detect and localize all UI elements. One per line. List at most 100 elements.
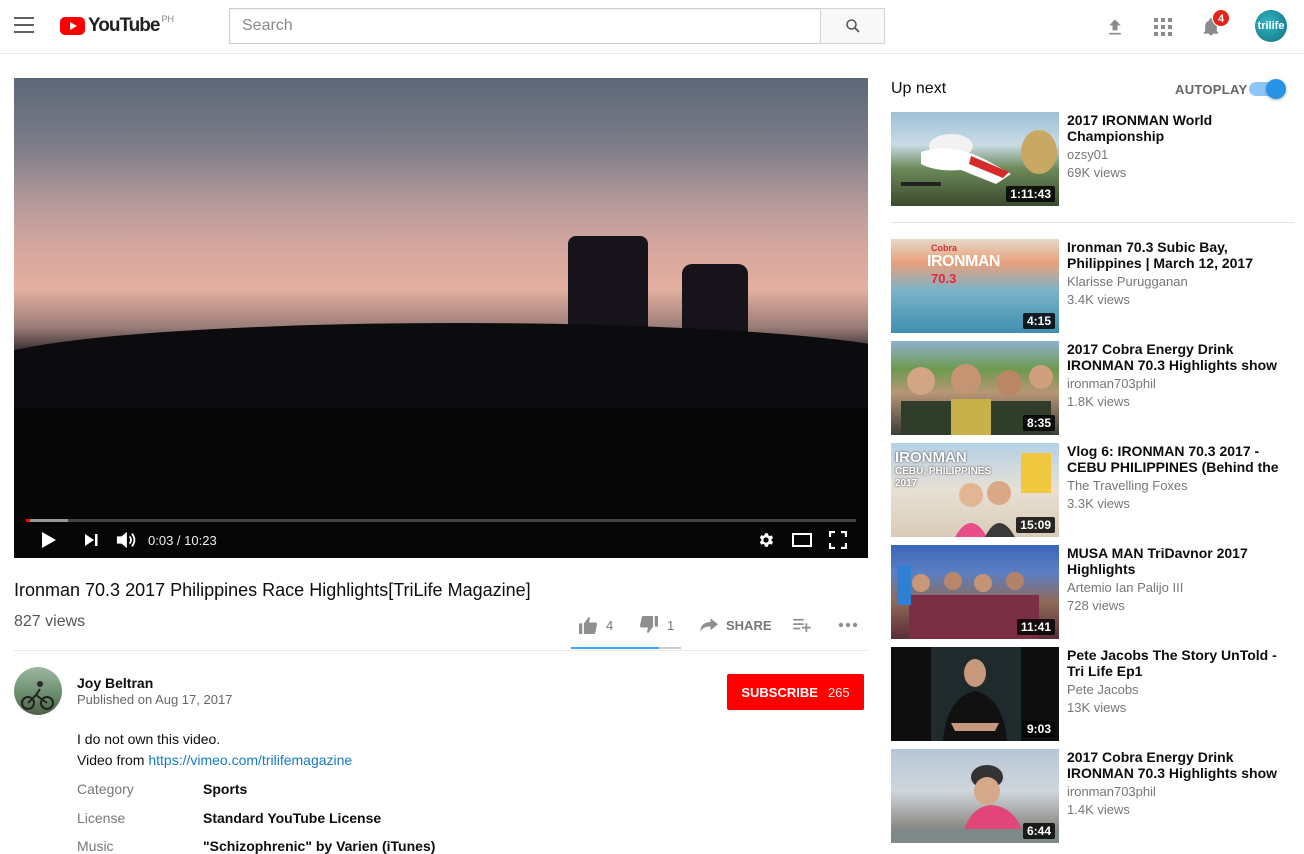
view-count: 1.4K views — [1067, 802, 1130, 817]
recommended-video[interactable]: 9:03 Pete Jacobs The Story UnTold - Tri … — [891, 647, 1301, 741]
video-duration: 1:11:43 — [1006, 186, 1055, 202]
recommended-video[interactable]: 6:44 2017 Cobra Energy Drink IRONMAN 70.… — [891, 749, 1301, 843]
video-duration: 6:44 — [1022, 823, 1055, 839]
video-title[interactable]: 2017 IRONMAN World Championship — [1067, 112, 1282, 144]
add-to-playlist-icon — [793, 618, 811, 632]
autoplay-toggle-knob — [1266, 79, 1286, 99]
youtube-logo[interactable]: YouTube PH — [60, 14, 174, 37]
share-arrow-icon — [700, 618, 718, 632]
video-title: Ironman 70.3 2017 Philippines Race Highl… — [14, 580, 531, 600]
meta-value-music: "Schizophrenic" by Varien (iTunes) — [203, 838, 436, 854]
recommended-video[interactable]: Cobra IRONMAN 70.3 4:15 Ironman 70.3 Sub… — [891, 239, 1301, 333]
search-button[interactable] — [820, 8, 885, 44]
video-title[interactable]: Ironman 70.3 Subic Bay, Philippines | Ma… — [1067, 239, 1282, 271]
video-thumbnail[interactable]: 6:44 — [891, 749, 1059, 843]
next-button[interactable] — [80, 528, 102, 552]
notification-count-badge: 4 — [1212, 9, 1230, 27]
meta-label-license: License — [77, 810, 126, 826]
time-current: 0:03 — [148, 533, 174, 548]
channel-name: Pete Jacobs — [1067, 682, 1139, 697]
masthead: YouTube PH 4 trilife — [0, 0, 1304, 54]
recommended-video[interactable]: 8:35 2017 Cobra Energy Drink IRONMAN 70.… — [891, 341, 1301, 435]
guide-menu-icon[interactable] — [14, 17, 34, 33]
progress-bar[interactable] — [26, 519, 856, 522]
dislike-count: 1 — [667, 617, 675, 633]
meta-value-license: Standard YouTube License — [203, 810, 382, 826]
apps-grid-icon[interactable] — [1151, 15, 1175, 39]
video-title[interactable]: Vlog 6: IRONMAN 70.3 2017 - CEBU PHILIPP… — [1067, 443, 1282, 475]
view-count: 69K views — [1067, 165, 1127, 180]
add-to-playlist-button[interactable] — [793, 614, 811, 636]
dislike-button[interactable]: 1 — [639, 614, 674, 636]
play-button[interactable] — [38, 528, 60, 552]
video-thumbnail[interactable]: 9:03 — [891, 647, 1059, 741]
channel-name: ironman703phil — [1067, 376, 1156, 391]
channel-avatar[interactable] — [14, 667, 62, 715]
video-thumbnail[interactable]: 1:11:43 — [891, 112, 1059, 206]
theater-mode-button[interactable] — [790, 528, 814, 552]
channel-name: ozsy01 — [1067, 147, 1109, 162]
view-count: 1.8K views — [1067, 394, 1130, 409]
meta-label-music: Music — [77, 838, 114, 854]
video-duration: 9:03 — [1022, 721, 1055, 737]
video-duration: 11:41 — [1016, 619, 1055, 635]
recommended-video[interactable]: IRONMAN CEBU, PHILIPPINES 2017 15:09 Vlo… — [891, 443, 1301, 537]
thumbs-up-icon — [579, 616, 598, 634]
video-duration: 15:09 — [1016, 517, 1055, 533]
volume-icon — [116, 531, 136, 549]
upload-icon[interactable] — [1103, 15, 1127, 39]
channel-name: Klarisse Purugganan — [1067, 274, 1188, 289]
info-divider — [14, 650, 868, 651]
cyclist-avatar-icon — [21, 681, 54, 710]
thumbnail-logo-text: IRONMAN — [927, 253, 1000, 270]
recommended-video[interactable]: 11:41 MUSA MAN TriDavnor 2017 Highlights… — [891, 545, 1301, 639]
like-count: 4 — [606, 617, 614, 633]
settings-button[interactable] — [755, 528, 777, 552]
like-dislike-ratio-bar — [571, 647, 681, 649]
thumbnail-brand-text: Cobra — [931, 243, 958, 253]
meta-label-category: Category — [77, 781, 134, 797]
video-frame-ground — [14, 408, 868, 558]
autoplay-label: AUTOPLAY — [1175, 82, 1248, 97]
up-next-divider — [891, 222, 1294, 223]
channel-name[interactable]: Joy Beltran — [77, 675, 153, 691]
video-thumbnail[interactable]: Cobra IRONMAN 70.3 4:15 — [891, 239, 1059, 333]
channel-name: The Travelling Foxes — [1067, 478, 1188, 493]
video-thumbnail[interactable]: 8:35 — [891, 341, 1059, 435]
video-thumbnail[interactable]: 11:41 — [891, 545, 1059, 639]
video-title[interactable]: 2017 Cobra Energy Drink IRONMAN 70.3 Hig… — [1067, 341, 1282, 373]
view-count: 3.4K views — [1067, 292, 1130, 307]
view-count: 728 views — [1067, 598, 1125, 613]
video-player[interactable]: 0:03 / 10:23 — [14, 78, 868, 558]
theater-mode-icon — [792, 533, 812, 547]
logo-region: PH — [161, 14, 174, 24]
recommended-video[interactable]: 1:11:43 2017 IRONMAN World Championship … — [891, 112, 1301, 206]
next-icon — [85, 534, 98, 546]
search-icon — [845, 19, 860, 33]
progress-played — [26, 519, 31, 522]
search-input[interactable] — [229, 8, 821, 44]
time-separator: / — [173, 533, 185, 548]
subscribe-label: SUBSCRIBE — [741, 684, 818, 700]
video-thumbnail[interactable]: IRONMAN CEBU, PHILIPPINES 2017 15:09 — [891, 443, 1059, 537]
video-title[interactable]: Pete Jacobs The Story UnTold - Tri Life … — [1067, 647, 1282, 679]
subscribe-button[interactable]: SUBSCRIBE 265 — [727, 674, 864, 710]
description-link[interactable]: https://vimeo.com/trilifemagazine — [148, 752, 352, 768]
more-actions-button[interactable] — [838, 614, 858, 636]
thumbs-down-icon — [639, 616, 658, 634]
like-button[interactable]: 4 — [578, 614, 613, 636]
time-total: 10:23 — [184, 533, 217, 548]
progress-buffered — [26, 519, 68, 522]
share-button[interactable]: SHARE — [700, 614, 772, 636]
meta-value-category[interactable]: Sports — [203, 781, 247, 797]
thumbnail-number-text: 70.3 — [931, 271, 957, 286]
video-title[interactable]: MUSA MAN TriDavnor 2017 Highlights — [1067, 545, 1282, 577]
mute-button[interactable] — [114, 528, 138, 552]
autoplay-toggle[interactable] — [1249, 79, 1286, 99]
video-title[interactable]: 2017 Cobra Energy Drink IRONMAN 70.3 Hig… — [1067, 749, 1282, 781]
fullscreen-button[interactable] — [827, 528, 849, 552]
youtube-play-icon — [60, 17, 85, 35]
like-ratio-fill — [571, 647, 659, 649]
account-avatar[interactable]: trilife — [1255, 10, 1287, 42]
up-next-heading: Up next — [891, 80, 947, 97]
